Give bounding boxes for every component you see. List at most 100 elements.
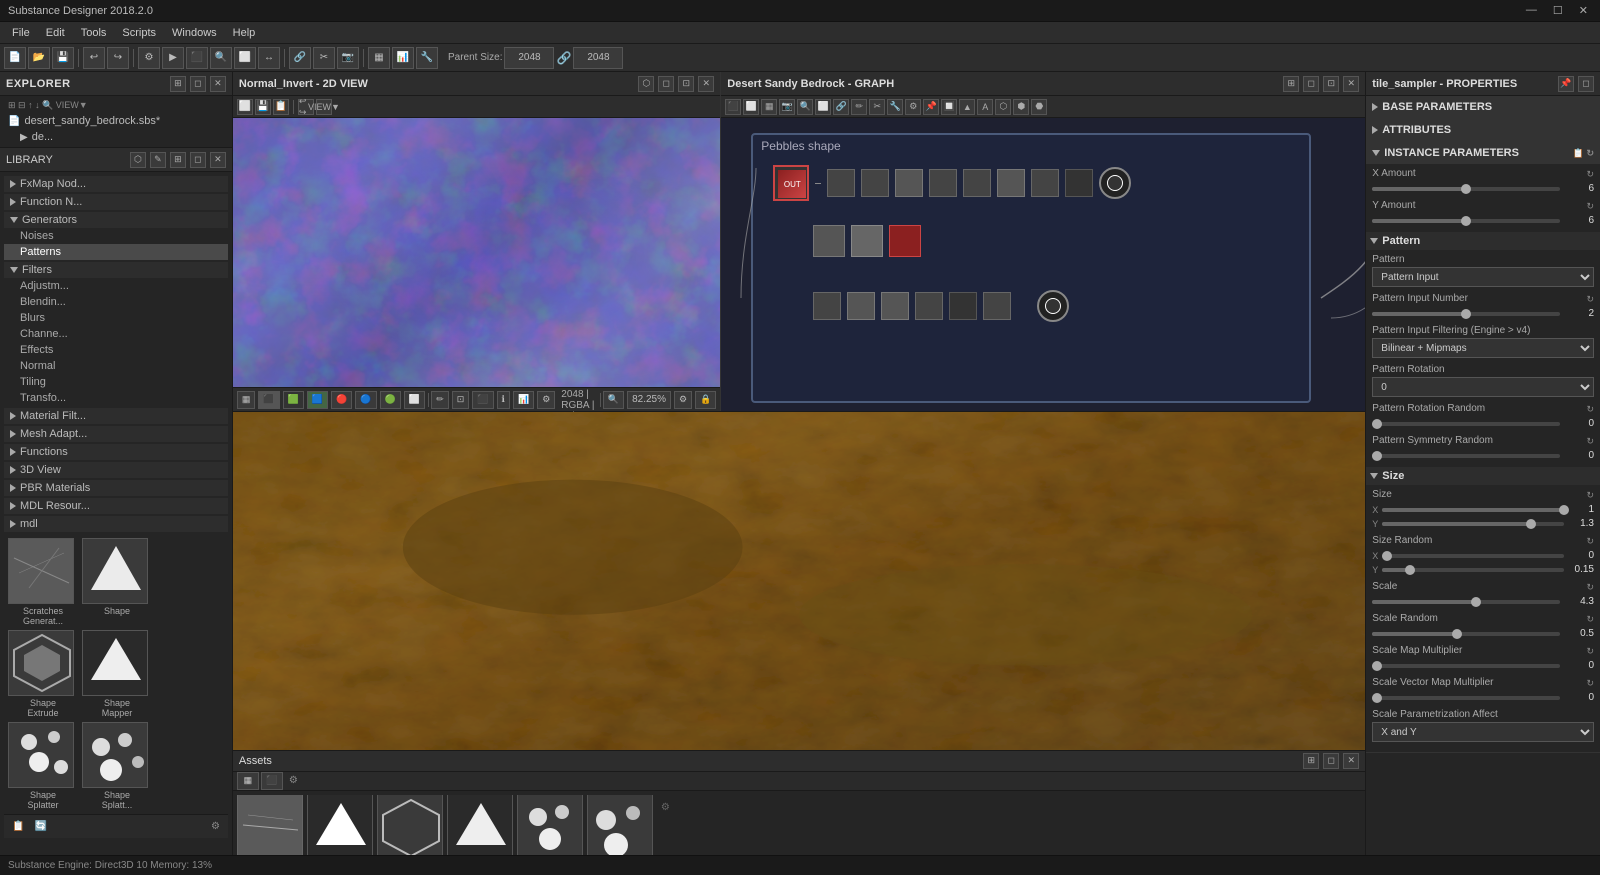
lib-channels[interactable]: Channe... (4, 326, 228, 342)
graph-content[interactable]: Pebbles shape OUT (721, 118, 1365, 411)
toolbar-btn13[interactable]: 📊 (392, 47, 414, 69)
graph-close[interactable]: ✕ (1343, 76, 1359, 92)
prop-pin-slider[interactable] (1372, 312, 1560, 316)
toolbar-btn8[interactable]: ↔ (258, 47, 280, 69)
thumbnails-icon2[interactable]: ◻ (1323, 753, 1339, 769)
prop-attributes-header[interactable]: ATTRIBUTES (1366, 119, 1600, 141)
graph-tool9[interactable]: ✂ (869, 99, 885, 115)
view2d-bottom-btn15[interactable]: 🔍 (603, 391, 624, 409)
lib-functions-header[interactable]: Functions (4, 444, 228, 460)
prop-smm-reset[interactable]: ↻ (1586, 646, 1594, 657)
view2d-bottom-btn11[interactable]: ⬛ (472, 391, 493, 409)
prop-y-amount-slider[interactable] (1372, 219, 1560, 223)
graph-tool5[interactable]: 🔍 (797, 99, 813, 115)
graph-tool3[interactable]: ▦ (761, 99, 777, 115)
graph-tool17[interactable]: ⬢ (1013, 99, 1029, 115)
prop-psr-thumb[interactable] (1372, 451, 1382, 461)
view2d-bottom-btn5[interactable]: 🔴 (331, 391, 352, 409)
lib-thumb-shape-extrude[interactable]: ShapeExtrude (8, 630, 78, 718)
library-icon2[interactable]: ✎ (150, 152, 166, 168)
graph-tool10[interactable]: 🔧 (887, 99, 903, 115)
toolbar-btn3[interactable]: ⚙ (138, 47, 160, 69)
parent-size-input2[interactable]: 2048 (573, 47, 623, 69)
lib-blurs[interactable]: Blurs (4, 310, 228, 326)
prop-svmm-slider[interactable] (1372, 696, 1560, 700)
prop-pin-value[interactable]: 2 (1564, 308, 1594, 319)
prop-x-amount-slider[interactable] (1372, 187, 1560, 191)
lib-toolbar-btn3[interactable]: ⚙ (207, 819, 224, 834)
lib-adjustments[interactable]: Adjustm... (4, 278, 228, 294)
prop-y-amount-value[interactable]: 6 (1564, 215, 1594, 226)
graph-node-r3-6[interactable] (983, 292, 1011, 320)
lib-patterns[interactable]: Patterns (4, 244, 228, 260)
graph-tool12[interactable]: 📌 (923, 99, 939, 115)
view2d-bottom-btn1[interactable]: ▦ (237, 391, 256, 409)
view2d-bottom-btn7[interactable]: 🟢 (380, 391, 401, 409)
prop-psr-slider[interactable] (1372, 454, 1560, 458)
prop-sr-x-slider[interactable] (1382, 554, 1564, 558)
view2d-bottom-btn4[interactable]: 🟦 (307, 391, 328, 409)
lib-material-header[interactable]: Material Filt... (4, 408, 228, 424)
graph-node8[interactable] (1065, 169, 1093, 197)
prop-x-amount-value[interactable]: 6 (1564, 183, 1594, 194)
prop-svmm-thumb[interactable] (1372, 693, 1382, 703)
lib-tiling[interactable]: Tiling (4, 374, 228, 390)
menu-tools[interactable]: Tools (73, 25, 115, 41)
prop-spa-select[interactable]: X and Y (1372, 722, 1594, 742)
explorer-icon1[interactable]: ⊞ (170, 76, 186, 92)
prop-pattern-header[interactable]: Pattern (1366, 232, 1600, 250)
prop-scale-random-value[interactable]: 0.5 (1564, 628, 1594, 639)
graph-tool14[interactable]: ▲ (959, 99, 975, 115)
lib-blending[interactable]: Blendin... (4, 294, 228, 310)
menu-help[interactable]: Help (225, 25, 264, 41)
graph-node-r2-red[interactable] (889, 225, 921, 257)
lib-toolbar-btn2[interactable]: 🔄 (30, 819, 50, 834)
graph-maximize[interactable]: ⊡ (1323, 76, 1339, 92)
prop-psr-reset[interactable]: ↻ (1586, 436, 1594, 447)
menu-edit[interactable]: Edit (38, 25, 73, 41)
prop-sr-y-slider[interactable] (1382, 568, 1564, 572)
prop-size-reset[interactable]: ↻ (1586, 490, 1594, 501)
graph-tool4[interactable]: 📷 (779, 99, 795, 115)
view2d-bottom-btn8[interactable]: ⬜ (404, 391, 425, 409)
lib-filters-header[interactable]: Filters (4, 262, 228, 278)
prop-size-x-slider[interactable] (1382, 508, 1564, 512)
graph-node5[interactable] (963, 169, 991, 197)
prop-size-y-value[interactable]: 1.3 (1564, 518, 1594, 529)
toolbar-btn12[interactable]: ▦ (368, 47, 390, 69)
graph-node1[interactable] (827, 169, 855, 197)
toolbar-btn10[interactable]: ✂ (313, 47, 335, 69)
view2d-bottom-btn9[interactable]: ✏ (431, 391, 449, 409)
view2d-icon1[interactable]: ⬡ (638, 76, 654, 92)
graph-tool15[interactable]: A (977, 99, 993, 115)
graph-icon1[interactable]: ⊞ (1283, 76, 1299, 92)
prop-x-amount-reset[interactable]: ↻ (1586, 169, 1594, 180)
graph-node-r3-4[interactable] (915, 292, 943, 320)
thumb-toolbar-btn2[interactable]: ⬛ (261, 772, 283, 790)
graph-node-r3-3[interactable] (881, 292, 909, 320)
library-icon3[interactable]: ⊞ (170, 152, 186, 168)
view2d-bottom-btn17[interactable]: 🔒 (695, 391, 716, 409)
explorer-close[interactable]: ✕ (210, 76, 226, 92)
lib-thumb-shape-splatter2[interactable]: ShapeSplatt... (82, 722, 152, 810)
explorer-subitem[interactable]: ▶ de... (0, 129, 232, 145)
graph-node-r2-2[interactable] (851, 225, 883, 257)
prop-prr-slider[interactable] (1372, 422, 1560, 426)
prop-svmm-value[interactable]: 0 (1564, 692, 1594, 703)
lib-thumb-shape-splatter[interactable]: ShapeSplatter (8, 722, 78, 810)
toolbar-btn14[interactable]: 🔧 (416, 47, 438, 69)
lib-noises[interactable]: Noises (4, 228, 228, 244)
toolbar-open[interactable]: 📂 (28, 47, 50, 69)
thumbnails-icon1[interactable]: ⊞ (1303, 753, 1319, 769)
window-controls[interactable]: — ☐ ✕ (1522, 4, 1592, 17)
prop-sr-y-value[interactable]: 0.15 (1564, 564, 1594, 575)
lib-mesh-header[interactable]: Mesh Adapt... (4, 426, 228, 442)
prop-smm-slider[interactable] (1372, 664, 1560, 668)
prop-size-x-thumb[interactable] (1559, 505, 1569, 515)
graph-tool18[interactable]: ⬣ (1031, 99, 1047, 115)
lib-effects[interactable]: Effects (4, 342, 228, 358)
lib-3dview-header[interactable]: 3D View (4, 462, 228, 478)
menu-scripts[interactable]: Scripts (114, 25, 164, 41)
prop-psr-value[interactable]: 0 (1564, 450, 1594, 461)
view2d-maximize[interactable]: ⊡ (678, 76, 694, 92)
